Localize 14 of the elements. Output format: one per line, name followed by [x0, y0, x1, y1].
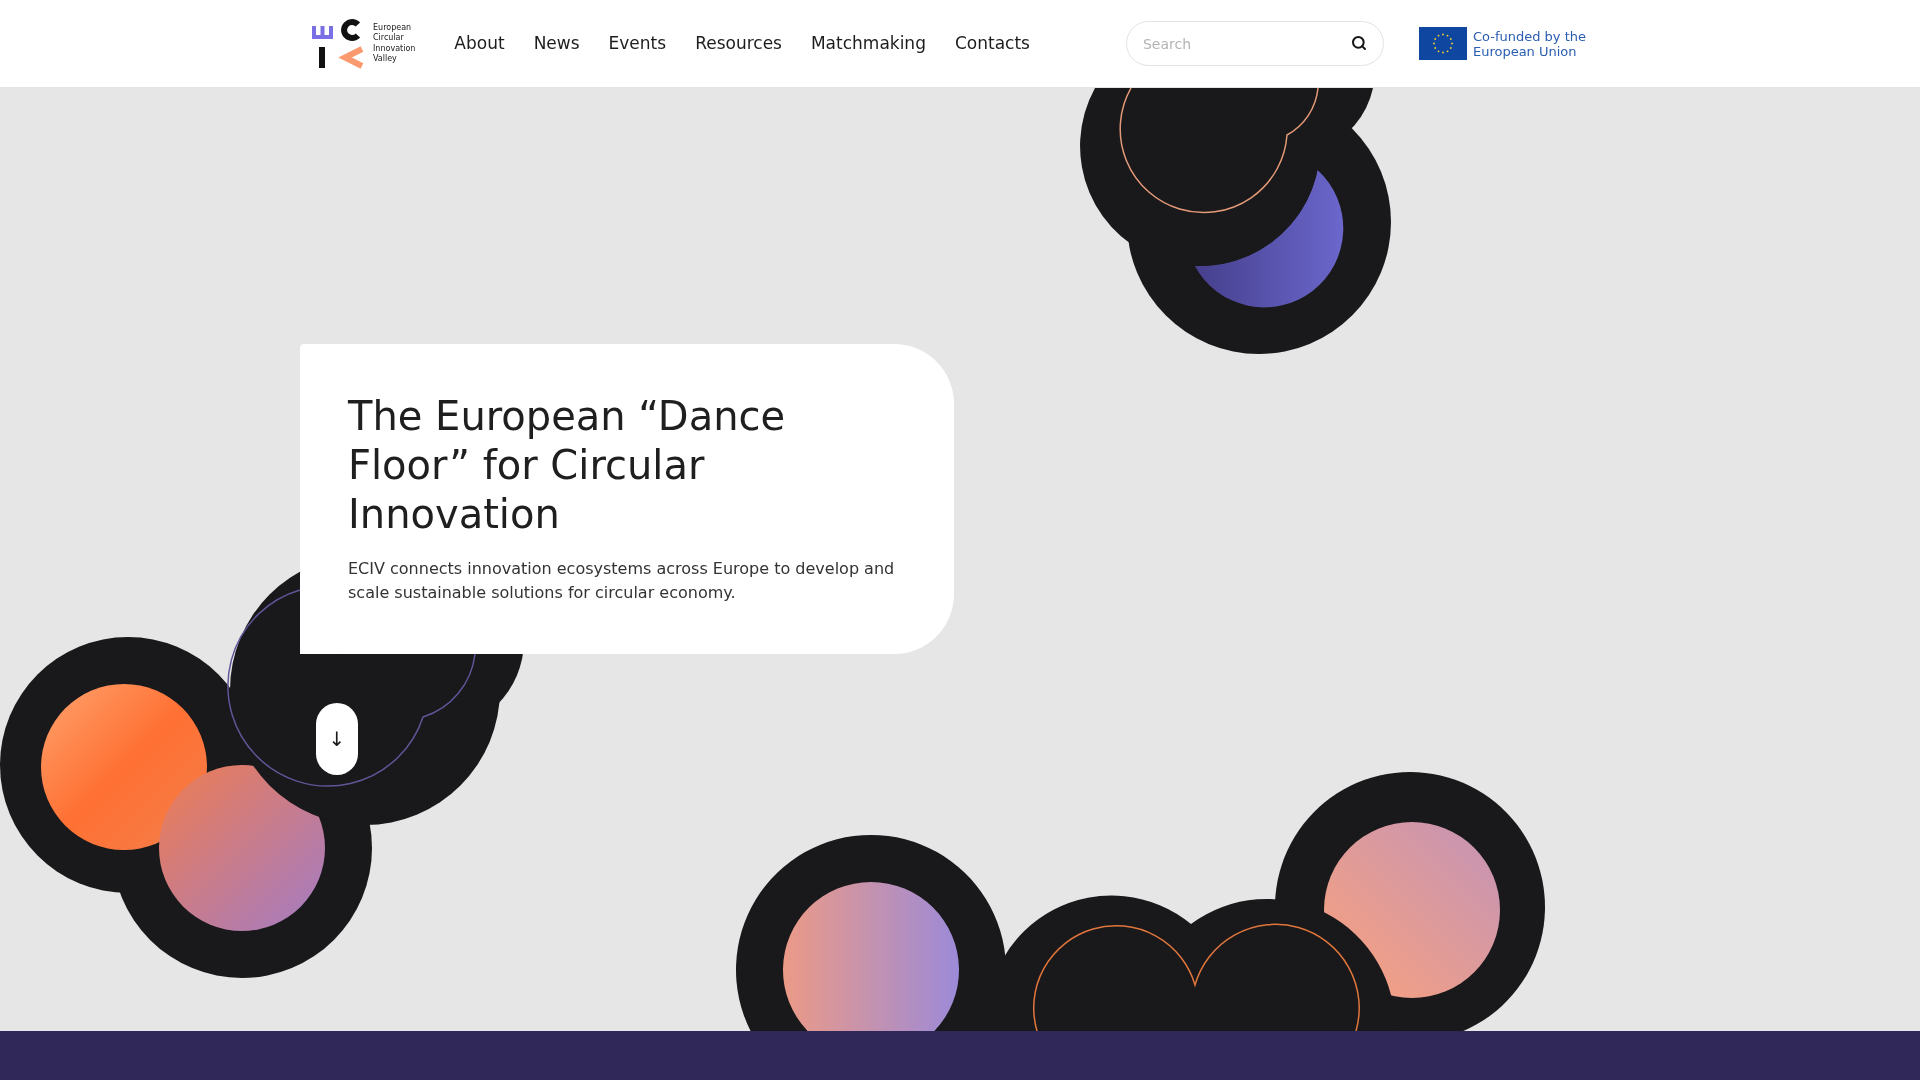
flag-icon [1418, 27, 1467, 60]
nav-link[interactable]: Events [608, 30, 667, 57]
hero-title: The European “Dance Floor” for Circular Innovation [348, 392, 787, 539]
logo-icon[interactable] [312, 18, 364, 69]
search-field[interactable]: Search [1125, 21, 1384, 66]
funding-text: Co-funded by the European Union [1472, 28, 1586, 59]
nav-link[interactable]: Contacts [954, 30, 1030, 57]
nav-link[interactable]: Resources [695, 30, 782, 57]
nav-link[interactable]: Matchmaking [810, 30, 926, 57]
nav-link[interactable]: About [454, 30, 505, 57]
nav-link[interactable]: News [533, 30, 580, 57]
hero-description: ECIV connects innovation ecosystems across Europe to develop and scale sustainable solutions for circular economy. [348, 558, 896, 604]
logo-text: European Circular Innovation Valley [373, 22, 416, 65]
search-icon[interactable] [1350, 35, 1367, 51]
